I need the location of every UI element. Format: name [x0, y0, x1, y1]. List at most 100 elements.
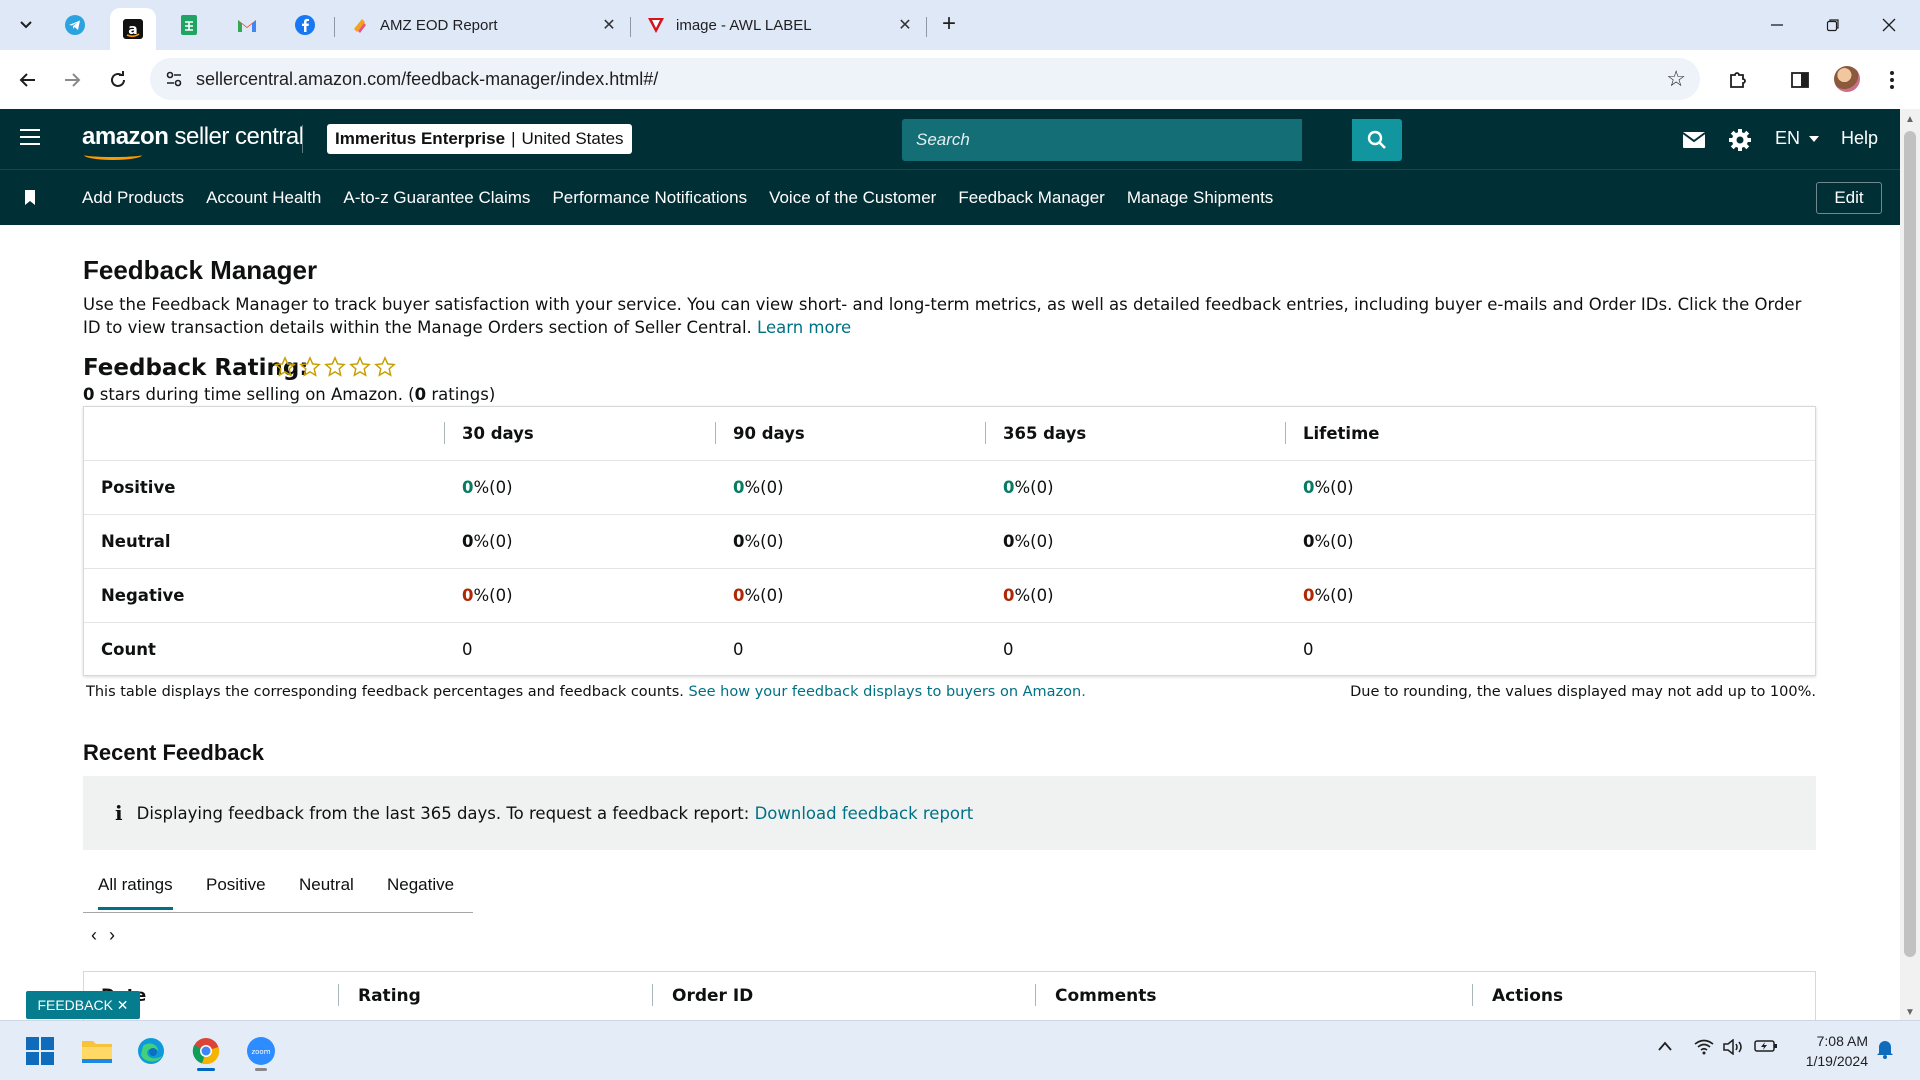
minimize-window-icon[interactable]	[1754, 10, 1800, 40]
prev-page-chevron-icon[interactable]: ‹	[91, 925, 97, 946]
mail-icon[interactable]	[1681, 127, 1707, 153]
hamburger-menu-icon[interactable]	[20, 129, 40, 145]
nav-account-health[interactable]: Account Health	[206, 188, 321, 208]
side-panel-icon[interactable]	[1786, 66, 1814, 94]
table-row-neutral: Neutral 0 %(0) 0 %(0) 0 %(0) 0 %(0)	[84, 515, 1815, 569]
rating-summary-text: stars during time selling on Amazon. (	[94, 385, 415, 404]
feedback-display-link[interactable]: See how your feedback displays to buyers…	[689, 684, 1086, 700]
pinned-tab-sheets[interactable]	[166, 8, 212, 42]
wifi-icon[interactable]	[1694, 1039, 1714, 1060]
empty-star-icon	[299, 356, 321, 377]
search-button[interactable]	[1352, 119, 1402, 161]
cell-number: 0	[733, 586, 745, 605]
nav-performance-notifications[interactable]: Performance Notifications	[552, 188, 747, 208]
row-label: Count	[101, 640, 156, 659]
pinned-tab-amazon[interactable]: a	[110, 8, 156, 50]
table-cell: 0 %(0)	[1303, 569, 1354, 622]
seller-central-header: amazon seller central Immeritus Enterpri…	[0, 109, 1900, 169]
cell-number: 0	[462, 532, 474, 551]
page-scrollbar[interactable]: ▲ ▼	[1900, 109, 1920, 1020]
col-header-order-id[interactable]: Order ID	[651, 984, 753, 1006]
show-hidden-icons-chevron-icon[interactable]	[1657, 1039, 1673, 1057]
account-switcher[interactable]: Immeritus Enterprise | United States	[327, 124, 632, 154]
nav-voice-of-customer[interactable]: Voice of the Customer	[769, 188, 936, 208]
file-explorer-icon	[82, 1041, 112, 1063]
volume-icon[interactable]	[1723, 1038, 1745, 1060]
close-tab-icon[interactable]: ✕	[598, 14, 620, 36]
help-link[interactable]: Help	[1841, 128, 1878, 149]
taskbar-clock[interactable]: 7:08 AM 1/19/2024	[1792, 1031, 1868, 1071]
restore-window-icon[interactable]	[1810, 10, 1856, 40]
col-header-comments[interactable]: Comments	[1034, 984, 1156, 1006]
tab-search-chevron-icon[interactable]	[12, 10, 40, 38]
row-label: Negative	[101, 586, 185, 605]
settings-gear-icon[interactable]	[1727, 127, 1753, 153]
nav-a-to-z-claims[interactable]: A-to-z Guarantee Claims	[343, 188, 530, 208]
cell-number: 0	[1303, 532, 1315, 551]
clock-time: 7:08 AM	[1816, 1033, 1868, 1049]
browser-menu-icon[interactable]	[1878, 66, 1906, 94]
tab-amz-eod-report[interactable]: AMZ EOD Report ✕	[338, 8, 628, 42]
nav-add-products[interactable]: Add Products	[82, 188, 184, 208]
cell-suffix: %(0)	[1014, 532, 1054, 551]
notifications-bell-icon[interactable]	[1876, 1039, 1894, 1064]
url-text[interactable]: sellercentral.amazon.com/feedback-manage…	[196, 69, 658, 90]
bookmark-star-icon[interactable]: ☆	[1666, 66, 1686, 92]
account-separator: |	[511, 129, 516, 148]
taskbar-edge[interactable]	[131, 1031, 171, 1071]
download-report-link[interactable]: Download feedback report	[755, 804, 974, 823]
new-tab-button[interactable]: +	[936, 12, 962, 38]
language-selector[interactable]: EN	[1775, 128, 1820, 149]
start-button[interactable]	[20, 1031, 60, 1071]
tab-awl-label[interactable]: image - AWL LABEL ✕	[634, 8, 924, 42]
scrollbar-thumb[interactable]	[1904, 131, 1916, 957]
taskbar-file-explorer[interactable]	[77, 1031, 117, 1071]
table-header-row: 30 days 90 days 365 days Lifetime	[84, 407, 1815, 461]
scroll-down-icon[interactable]: ▼	[1905, 1007, 1915, 1018]
info-alert: i Displaying feedback from the last 365 …	[83, 776, 1816, 850]
tab-all-ratings[interactable]: All ratings	[98, 875, 173, 910]
cell-suffix: %(0)	[473, 532, 513, 551]
row-label: Neutral	[101, 532, 171, 551]
pinned-tab-gmail[interactable]	[224, 8, 270, 42]
extensions-puzzle-icon[interactable]	[1724, 66, 1752, 94]
cell-suffix: %(0)	[1014, 478, 1054, 497]
scroll-up-icon[interactable]: ▲	[1905, 114, 1915, 125]
profile-avatar[interactable]	[1834, 66, 1860, 92]
table-cell: 0 %(0)	[1003, 461, 1054, 514]
close-tab-icon[interactable]: ✕	[894, 14, 916, 36]
tab-neutral[interactable]: Neutral	[299, 875, 354, 895]
cell-number: 0	[1303, 478, 1315, 497]
site-settings-icon[interactable]	[164, 69, 184, 89]
edit-nav-button[interactable]: Edit	[1816, 182, 1882, 214]
table-cell: 0 %(0)	[462, 515, 513, 568]
svg-text:zoom: zoom	[251, 1048, 270, 1056]
nav-feedback-manager[interactable]: Feedback Manager	[958, 188, 1104, 208]
cell-suffix: %(0)	[1314, 478, 1354, 497]
battery-icon[interactable]	[1754, 1039, 1778, 1058]
tab-positive[interactable]: Positive	[206, 875, 266, 895]
tab-negative[interactable]: Negative	[387, 875, 454, 895]
col-header-rating[interactable]: Rating	[338, 984, 421, 1006]
taskbar-zoom[interactable]: zoom	[241, 1031, 281, 1071]
reload-icon[interactable]	[104, 66, 132, 94]
search-input[interactable]	[902, 119, 1302, 161]
close-window-icon[interactable]	[1866, 10, 1912, 40]
pinned-tab-telegram[interactable]	[52, 8, 98, 42]
rating-stars-value: 0	[83, 385, 95, 404]
taskbar-chrome[interactable]	[186, 1031, 226, 1071]
cell-number: 0	[1303, 586, 1315, 605]
learn-more-link[interactable]: Learn more	[757, 318, 851, 337]
col-header-actions[interactable]: Actions	[1471, 984, 1563, 1006]
pinned-tab-facebook[interactable]	[282, 8, 328, 42]
site-feedback-button[interactable]: FEEDBACK ✕	[26, 991, 140, 1019]
bookmark-icon[interactable]	[24, 190, 36, 206]
next-page-chevron-icon[interactable]: ›	[109, 925, 115, 946]
empty-star-icon	[374, 356, 396, 377]
seller-central-logo[interactable]: amazon seller central	[82, 123, 304, 160]
cell-suffix: %(0)	[744, 532, 784, 551]
omnibox[interactable]: sellercentral.amazon.com/feedback-manage…	[150, 58, 1700, 100]
forward-arrow-icon[interactable]	[58, 66, 86, 94]
nav-manage-shipments[interactable]: Manage Shipments	[1127, 188, 1273, 208]
back-arrow-icon[interactable]	[14, 66, 42, 94]
